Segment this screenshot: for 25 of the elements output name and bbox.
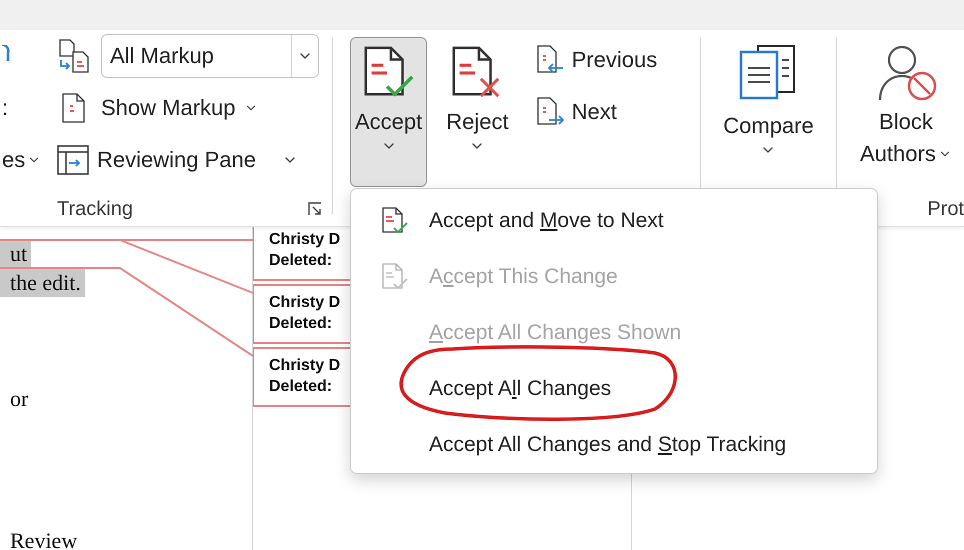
- menu-item[interactable]: Accept All Changes and Stop Tracking: [351, 417, 877, 473]
- markup-dropdown[interactable]: All Markup: [101, 34, 319, 78]
- dialog-launcher-icon[interactable]: [308, 202, 322, 216]
- document-text: the edit.: [0, 268, 85, 297]
- document-text: ut: [0, 239, 32, 268]
- document-text: Review: [9, 527, 78, 550]
- show-markup-button[interactable]: Show Markup: [57, 92, 258, 124]
- document-check-icon: [380, 206, 410, 236]
- document-icon: [61, 92, 87, 124]
- document-text: or: [9, 385, 30, 413]
- ribbon-label: :: [2, 95, 8, 121]
- accept-button[interactable]: Accept: [350, 37, 428, 187]
- group-label: Tracking: [57, 198, 133, 220]
- reviewing-pane-button[interactable]: Reviewing Pane: [57, 145, 298, 175]
- next-button[interactable]: Next: [536, 96, 617, 128]
- compare-button[interactable]: Compare: [718, 37, 819, 187]
- pane-icon: [57, 145, 89, 175]
- reject-button[interactable]: Reject: [441, 37, 514, 187]
- ribbon-label: es: [2, 147, 26, 173]
- menu-item[interactable]: Accept and Move to Next: [351, 193, 877, 249]
- menu-item[interactable]: Accept All Changes: [351, 361, 877, 417]
- document-check-icon: [380, 262, 410, 292]
- group-label: Prot: [927, 198, 964, 220]
- previous-button[interactable]: Previous: [536, 44, 658, 76]
- block-authors-button[interactable]: Block Authors: [855, 37, 957, 187]
